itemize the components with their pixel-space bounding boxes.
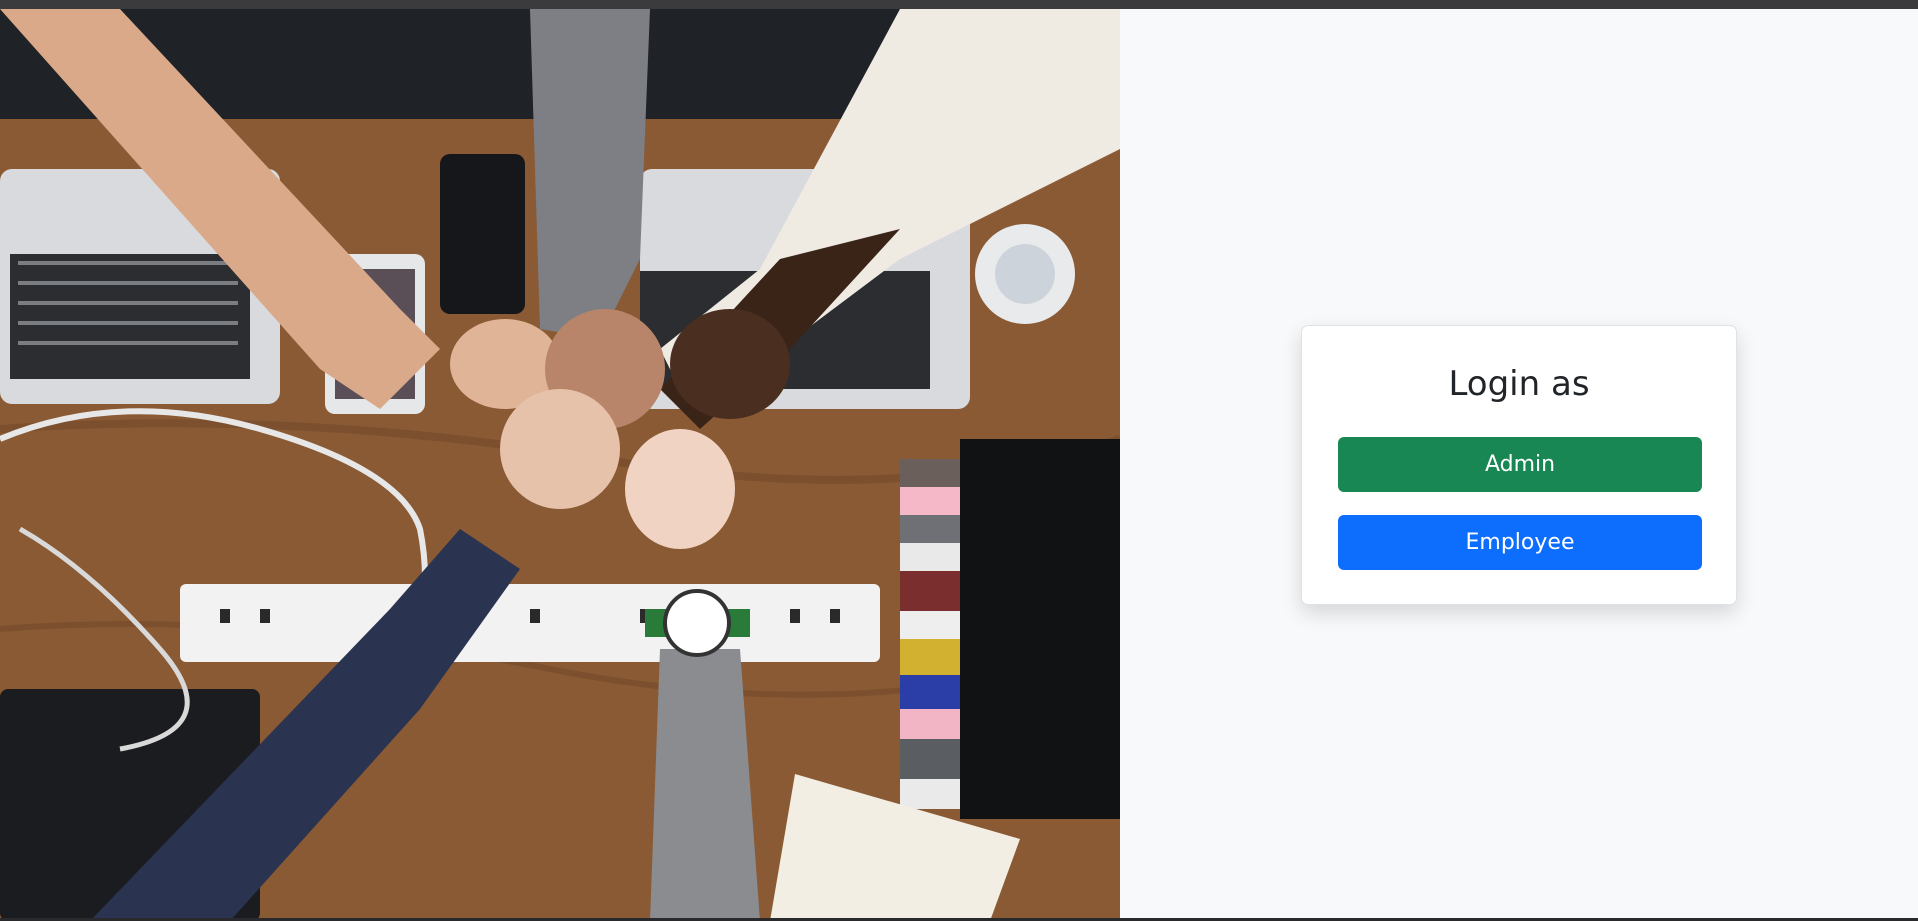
browser-top-bar <box>0 0 1918 9</box>
login-title: Login as <box>1448 364 1590 404</box>
admin-login-button[interactable]: Admin <box>1338 437 1702 492</box>
employee-login-button[interactable]: Employee <box>1338 515 1702 570</box>
login-card: Login as Admin Employee <box>1301 325 1737 605</box>
hero-image <box>0 9 1120 921</box>
